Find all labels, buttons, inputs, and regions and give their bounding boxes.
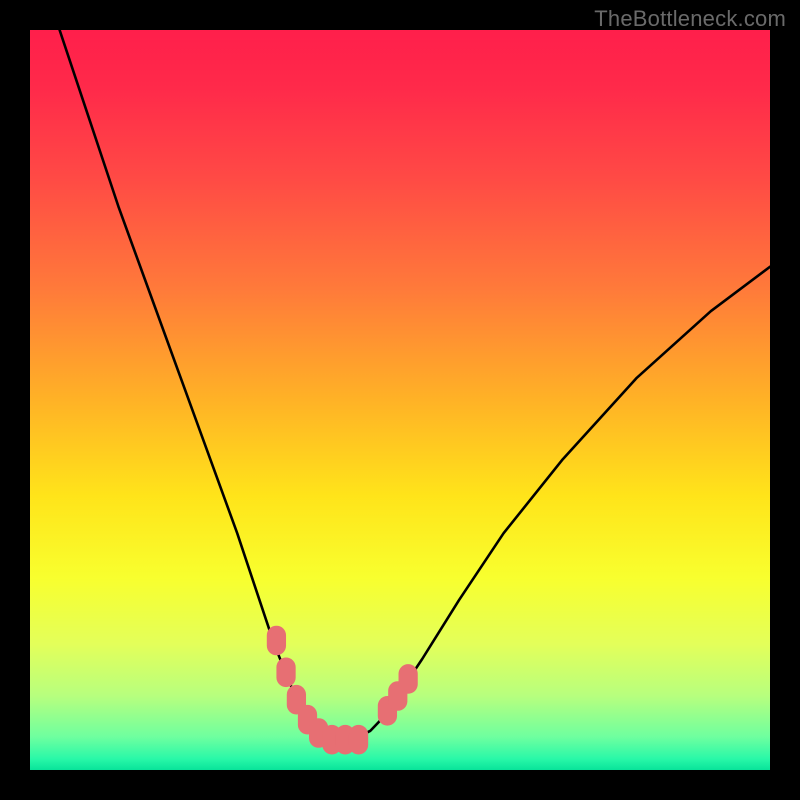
marker-dot (267, 626, 286, 656)
chart-frame: TheBottleneck.com (0, 0, 800, 800)
plot-area (30, 30, 770, 770)
highlight-markers (267, 626, 418, 755)
marker-dot (349, 725, 368, 755)
marker-dot (399, 664, 418, 694)
marker-dot (276, 658, 295, 688)
bottleneck-curve (60, 30, 770, 740)
curve-layer (30, 30, 770, 770)
watermark-text: TheBottleneck.com (594, 6, 786, 32)
